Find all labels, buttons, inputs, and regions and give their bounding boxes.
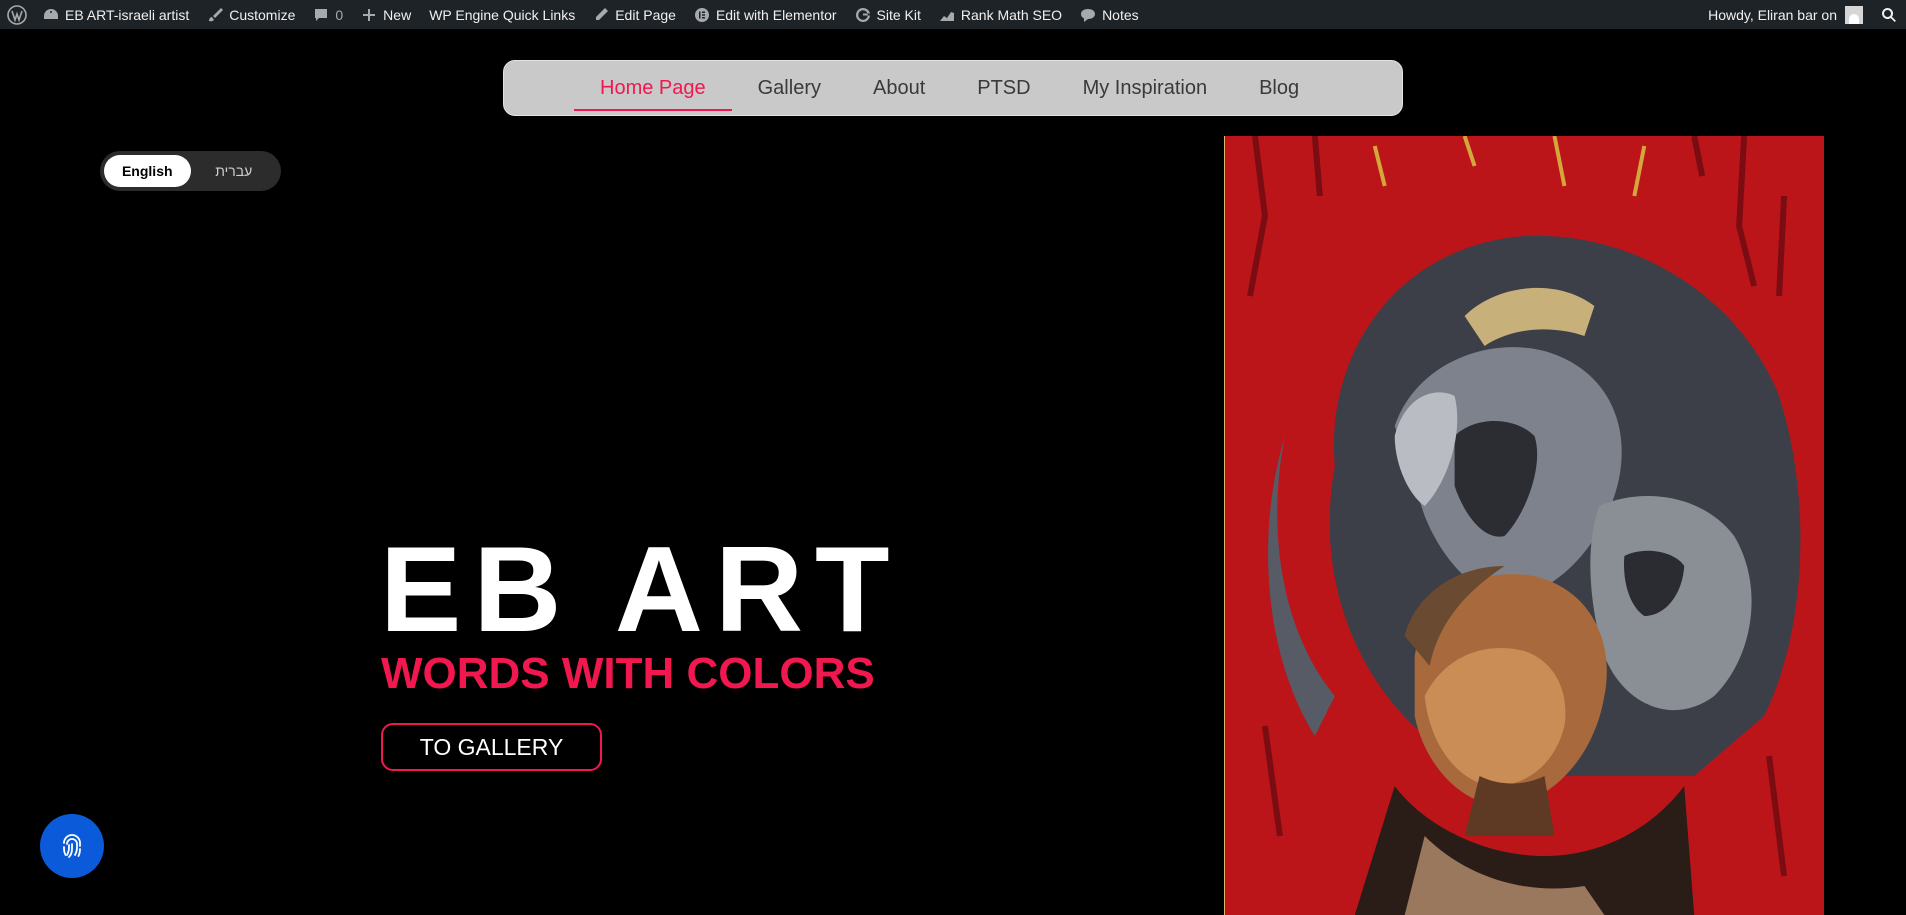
nav-item-gallery[interactable]: Gallery bbox=[732, 60, 847, 116]
to-gallery-button[interactable]: TO GALLERY bbox=[381, 723, 602, 771]
hero-title: EB ART bbox=[380, 521, 902, 657]
nav-item-about[interactable]: About bbox=[847, 60, 951, 116]
language-option-hebrew[interactable]: עברית bbox=[191, 155, 278, 187]
site-name-label: EB ART-israeli artist bbox=[65, 6, 190, 23]
brush-icon bbox=[209, 7, 224, 21]
google-g-icon bbox=[855, 7, 870, 22]
main-navigation: Home Page Gallery About PTSD My Inspirat… bbox=[503, 60, 1403, 116]
rank-math-seo-link[interactable]: Rank Math SEO bbox=[930, 0, 1071, 29]
edit-with-elementor-link[interactable]: Edit with Elementor bbox=[685, 0, 846, 29]
fingerprint-icon bbox=[63, 834, 81, 858]
comment-icon bbox=[315, 8, 328, 21]
wp-admin-bar: EB ART-israeli artist Customize 0 New WP… bbox=[0, 0, 1906, 29]
search-icon bbox=[1882, 7, 1896, 22]
new-label: New bbox=[383, 6, 412, 23]
notes-label: Notes bbox=[1102, 6, 1139, 23]
site-kit-label: Site Kit bbox=[876, 6, 921, 23]
edit-page-label: Edit Page bbox=[615, 6, 676, 23]
site-kit-link[interactable]: Site Kit bbox=[846, 0, 930, 29]
pencil-icon bbox=[596, 7, 609, 20]
wp-engine-quick-links[interactable]: WP Engine Quick Links bbox=[420, 0, 584, 29]
nav-item-my-inspiration[interactable]: My Inspiration bbox=[1057, 60, 1234, 116]
customize-link[interactable]: Customize bbox=[198, 0, 304, 29]
hero-subtitle: WORDS WITH COLORS bbox=[381, 649, 875, 698]
site-name-link[interactable]: EB ART-israeli artist bbox=[34, 0, 198, 29]
accessibility-button[interactable] bbox=[40, 814, 104, 878]
comments-link[interactable]: 0 bbox=[304, 0, 352, 29]
dashboard-icon bbox=[44, 8, 58, 19]
edit-elementor-label: Edit with Elementor bbox=[715, 6, 837, 23]
rank-math-label: Rank Math SEO bbox=[960, 6, 1063, 23]
my-account-link[interactable]: Howdy, Eliran bar on bbox=[1699, 0, 1872, 29]
speech-bubble-icon bbox=[1081, 8, 1096, 22]
comments-count: 0 bbox=[335, 6, 344, 23]
nav-item-home-page[interactable]: Home Page bbox=[574, 60, 732, 116]
plus-icon bbox=[363, 8, 376, 21]
wp-engine-label: WP Engine Quick Links bbox=[429, 6, 576, 23]
new-content-link[interactable]: New bbox=[352, 0, 420, 29]
wordpress-logo-icon[interactable] bbox=[0, 0, 34, 29]
notes-link[interactable]: Notes bbox=[1071, 0, 1148, 29]
language-option-english[interactable]: English bbox=[104, 155, 191, 187]
rank-math-icon bbox=[939, 11, 954, 21]
avatar bbox=[1845, 5, 1863, 24]
edit-page-link[interactable]: Edit Page bbox=[584, 0, 685, 29]
hero-painting-image bbox=[1224, 136, 1824, 915]
customize-label: Customize bbox=[229, 6, 296, 23]
language-switcher: English עברית bbox=[100, 151, 281, 191]
nav-item-blog[interactable]: Blog bbox=[1233, 60, 1325, 116]
howdy-label: Howdy, Eliran bar on bbox=[1708, 6, 1837, 23]
elementor-icon bbox=[694, 7, 709, 22]
admin-search-button[interactable] bbox=[1872, 0, 1906, 29]
nav-item-ptsd[interactable]: PTSD bbox=[951, 60, 1056, 116]
